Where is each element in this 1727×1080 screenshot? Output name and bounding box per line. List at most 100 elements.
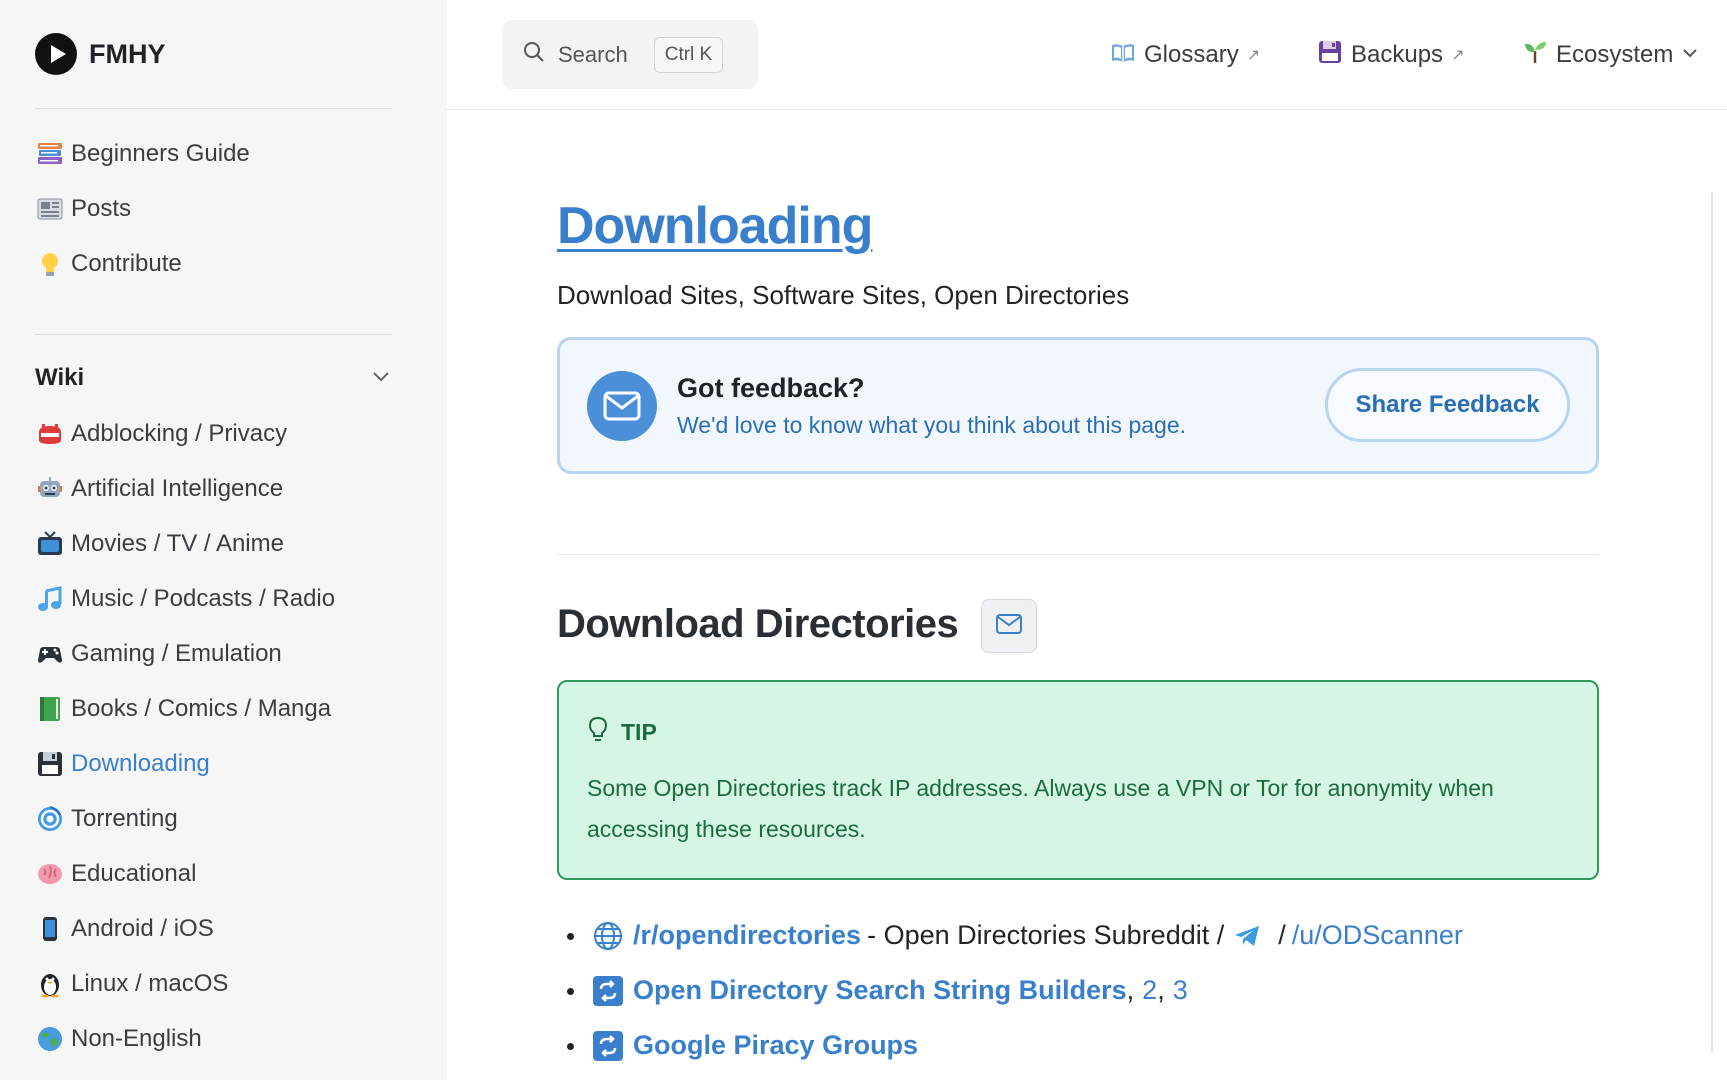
- sidebar-item-contribute[interactable]: Contribute: [35, 236, 415, 291]
- search-shortcut-badge: Ctrl K: [653, 36, 724, 73]
- phone-icon: [35, 914, 65, 944]
- lightbulb-icon: [35, 249, 65, 279]
- lightbulb-icon: [587, 716, 609, 749]
- separator: /: [1278, 920, 1286, 950]
- sidebar-item-non-english[interactable]: Non-English: [35, 1011, 415, 1066]
- scrollbar[interactable]: [1711, 192, 1713, 1052]
- builder-link-3[interactable]: 3: [1173, 975, 1188, 1006]
- floppy-disk-icon: [35, 749, 65, 779]
- sidebar-item-music[interactable]: Music / Podcasts / Radio: [35, 571, 415, 626]
- search-string-builders-link[interactable]: Open Directory Search String Builders: [633, 975, 1127, 1006]
- sidebar-item-label: Beginners Guide: [71, 139, 250, 167]
- sidebar-item-label: Torrenting: [71, 804, 178, 832]
- page-subtitle: Download Sites, Software Sites, Open Dir…: [557, 280, 1130, 310]
- brain-icon: [35, 859, 65, 889]
- external-link-icon: ↗: [1451, 47, 1465, 64]
- ecosystem-label: Ecosystem: [1556, 41, 1674, 68]
- tip-text: Some Open Directories track IP addresses…: [587, 775, 1494, 842]
- search-icon: [522, 40, 546, 69]
- sidebar: FMHY Beginners Guide Posts Contribute Wi…: [0, 0, 447, 1080]
- sidebar-item-label: Downloading: [71, 749, 210, 777]
- glossary-link[interactable]: Glossary ↗: [1110, 36, 1260, 74]
- cyclone-icon: [35, 804, 65, 834]
- sidebar-item-movies[interactable]: Movies / TV / Anime: [35, 516, 415, 571]
- backups-link[interactable]: Backups ↗: [1317, 36, 1464, 74]
- sidebar-item-educational[interactable]: Educational: [35, 846, 415, 901]
- comma: ,: [1126, 975, 1135, 1005]
- sidebar-divider: [35, 108, 392, 109]
- opendirectories-subreddit-link[interactable]: /r/opendirectories: [633, 920, 861, 951]
- brand-name: FMHY: [89, 38, 166, 69]
- chevron-down-icon: [1681, 41, 1699, 69]
- telegram-icon[interactable]: [1230, 919, 1264, 953]
- wiki-section-label: Wiki: [35, 364, 85, 391]
- newspaper-icon: [35, 194, 65, 224]
- top-bar: Search Ctrl K Glossary ↗ Backups ↗ Ecosy…: [447, 0, 1727, 110]
- repeat-icon: [591, 1029, 625, 1063]
- brand-home-link[interactable]: FMHY: [35, 32, 166, 76]
- sidebar-item-torrenting[interactable]: Torrenting: [35, 791, 415, 846]
- google-piracy-groups-link[interactable]: Google Piracy Groups: [633, 1030, 918, 1061]
- sidebar-item-label: Linux / macOS: [71, 969, 229, 997]
- odscanner-link[interactable]: /u/ODScanner: [1292, 920, 1463, 951]
- list-item: Google Piracy Groups: [557, 1018, 1463, 1073]
- sidebar-item-gaming[interactable]: Gaming / Emulation: [35, 626, 415, 681]
- sidebar-item-label: Gaming / Emulation: [71, 639, 282, 667]
- external-link-icon: ↗: [1246, 47, 1261, 64]
- share-feedback-button[interactable]: Share Feedback: [1325, 368, 1570, 442]
- sidebar-item-label: Music / Podcasts / Radio: [71, 584, 336, 612]
- page-title[interactable]: Downloading: [557, 196, 873, 256]
- feedback-text: We'd love to know what you think about t…: [677, 412, 1186, 438]
- wiki-list: Adblocking / Privacy Artificial Intellig…: [35, 406, 415, 1066]
- sidebar-item-label: Non-English: [71, 1024, 202, 1052]
- sidebar-item-label: Android / iOS: [71, 914, 214, 942]
- globe-icon: [591, 919, 625, 953]
- mail-icon: [995, 613, 1023, 640]
- section-feedback-button[interactable]: [981, 599, 1037, 653]
- sidebar-item-android-ios[interactable]: Android / iOS: [35, 901, 415, 956]
- gamepad-icon: [35, 639, 65, 669]
- chevron-down-icon: [370, 365, 392, 392]
- ecosystem-menu[interactable]: Ecosystem: [1522, 36, 1699, 74]
- item-description: - Open Directories Subreddit /: [867, 920, 1225, 950]
- sidebar-item-label: Educational: [71, 859, 197, 887]
- wiki-section-toggle[interactable]: Wiki: [35, 358, 392, 398]
- floppy-disk-icon: [1317, 39, 1343, 72]
- penguin-icon: [35, 969, 65, 999]
- tip-callout: TIP Some Open Directories track IP addre…: [557, 680, 1599, 880]
- mail-icon: [587, 371, 657, 441]
- search-placeholder: Search: [558, 41, 628, 67]
- music-note-icon: [35, 584, 65, 614]
- books-icon: [35, 139, 65, 169]
- sidebar-item-adblocking[interactable]: Adblocking / Privacy: [35, 406, 415, 461]
- comma: ,: [1157, 975, 1165, 1005]
- sidebar-item-label: Adblocking / Privacy: [71, 419, 288, 447]
- backups-label: Backups: [1351, 41, 1444, 68]
- sidebar-item-label: Posts: [71, 194, 132, 222]
- feedback-heading: Got feedback?: [677, 373, 865, 403]
- sidebar-item-posts[interactable]: Posts: [35, 181, 415, 236]
- book-icon: [1110, 39, 1136, 72]
- builder-link-2[interactable]: 2: [1142, 975, 1157, 1006]
- sidebar-item-beginners-guide[interactable]: Beginners Guide: [35, 126, 415, 181]
- sidebar-item-linux-macos[interactable]: Linux / macOS: [35, 956, 415, 1011]
- glossary-label: Glossary: [1144, 41, 1239, 68]
- sidebar-item-ai[interactable]: Artificial Intelligence: [35, 461, 415, 516]
- sidebar-top-list: Beginners Guide Posts Contribute: [35, 126, 415, 291]
- globe-icon: [35, 1024, 65, 1054]
- sidebar-item-books[interactable]: Books / Comics / Manga: [35, 681, 415, 736]
- sidebar-item-label: Artificial Intelligence: [71, 474, 284, 502]
- play-logo-icon: [35, 33, 77, 75]
- seedling-icon: [1522, 39, 1548, 72]
- list-item: Open Directory Search String Builders , …: [557, 963, 1463, 1018]
- section-title: Download Directories: [557, 602, 959, 646]
- tv-icon: [35, 529, 65, 559]
- tip-header: TIP: [587, 716, 657, 749]
- repeat-icon: [591, 974, 625, 1008]
- sidebar-divider: [35, 334, 392, 335]
- tip-label: TIP: [621, 719, 657, 745]
- sidebar-item-downloading[interactable]: Downloading: [35, 736, 415, 791]
- list-item: /r/opendirectories - Open Directories Su…: [557, 908, 1463, 963]
- sidebar-item-label: Movies / TV / Anime: [71, 529, 284, 557]
- search-button[interactable]: Search Ctrl K: [502, 20, 758, 89]
